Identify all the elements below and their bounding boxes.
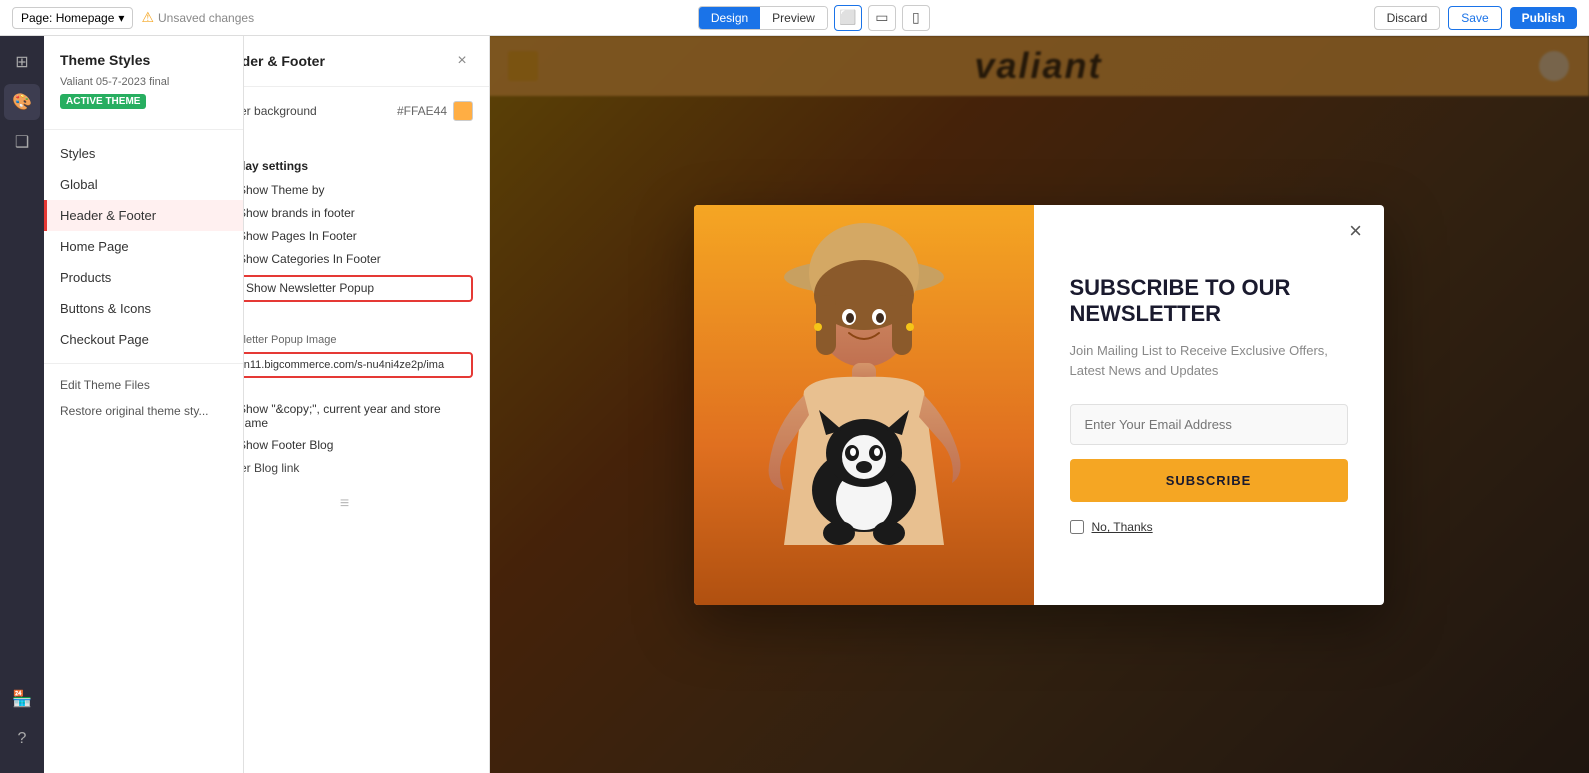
popup-title: SUBSCRIBE TO OUR NEWSLETTER: [1070, 275, 1348, 328]
show-newsletter-popup-row-highlighted: Show Newsletter Popup: [216, 275, 473, 302]
show-categories-footer-label: Show Categories In Footer: [238, 252, 381, 266]
active-theme-badge: ACTIVE THEME: [60, 94, 146, 109]
top-bar-right: Discard Save Publish: [1374, 6, 1577, 30]
warning-icon: ⚠: [141, 9, 154, 26]
popup-subscribe-button[interactable]: SUBSCRIBE: [1070, 459, 1348, 502]
sidebar-item-global[interactable]: Global: [44, 169, 243, 200]
show-pages-footer-row: Show Pages In Footer: [216, 229, 473, 244]
show-copyright-row: Show "&copy;", current year and store na…: [216, 402, 473, 430]
sidebar-item-checkout[interactable]: Checkout Page: [44, 324, 243, 355]
popup-close-button[interactable]: ×: [1342, 217, 1370, 245]
popup-no-thanks-link[interactable]: No, Thanks: [1092, 520, 1153, 534]
footer-bg-swatch[interactable]: [453, 101, 473, 121]
sidebar-bottom: 🏪 ?: [4, 681, 40, 757]
publish-button[interactable]: Publish: [1510, 7, 1577, 29]
sidebar-icon-help[interactable]: ?: [4, 721, 40, 757]
show-footer-blog-label: Show Footer Blog: [238, 438, 333, 452]
unsaved-label: Unsaved changes: [158, 11, 254, 25]
hf-footer-bg-row: Footer background #FFAE44: [216, 101, 473, 121]
canvas-background: valiant ×: [488, 36, 1589, 773]
popup-image-svg: [694, 205, 1034, 605]
scroll-indicator: ≡: [340, 495, 349, 513]
chevron-down-icon: ▾: [118, 11, 124, 25]
desktop-view-button[interactable]: ⬜: [834, 5, 862, 31]
newsletter-image-field-highlighted: [216, 352, 473, 378]
popup-overlay: ×: [488, 36, 1589, 773]
desktop-icon: ⬜: [839, 9, 856, 26]
mobile-view-button[interactable]: ▯: [902, 5, 930, 31]
design-preview-group: Design Preview: [698, 6, 828, 30]
sidebar-icon-layers[interactable]: ❑: [4, 124, 40, 160]
footer-bg-color-row: #FFAE44: [397, 101, 473, 121]
preview-button[interactable]: Preview: [760, 7, 827, 29]
page-selector-label: Page: Homepage: [21, 11, 114, 25]
newsletter-image-input[interactable]: [218, 354, 471, 376]
show-pages-footer-label: Show Pages In Footer: [238, 229, 357, 243]
show-theme-by-row: Show Theme by: [216, 183, 473, 198]
show-copyright-label: Show "&copy;", current year and store na…: [238, 402, 473, 430]
sidebar-item-products[interactable]: Products: [44, 262, 243, 293]
show-brands-footer-label: Show brands in footer: [238, 206, 355, 220]
discard-button[interactable]: Discard: [1374, 6, 1441, 30]
show-brands-footer-row: Show brands in footer: [216, 206, 473, 221]
show-newsletter-popup-row: Show Newsletter Popup: [224, 281, 465, 296]
page-selector[interactable]: Page: Homepage ▾: [12, 7, 133, 29]
design-button[interactable]: Design: [699, 7, 760, 29]
footer-bg-hex: #FFAE44: [397, 104, 447, 118]
popup-no-thanks-row: No, Thanks: [1070, 520, 1348, 534]
display-settings-title: Display settings: [216, 159, 473, 173]
save-button[interactable]: Save: [1448, 6, 1501, 30]
show-newsletter-popup-label: Show Newsletter Popup: [246, 281, 374, 295]
mobile-icon: ▯: [912, 9, 920, 26]
tablet-icon: ▭: [875, 9, 888, 26]
sidebar-item-edit-theme[interactable]: Edit Theme Files: [44, 372, 243, 398]
popup-email-input[interactable]: [1070, 404, 1348, 445]
theme-divider-2: [44, 363, 243, 364]
icon-sidebar: ⊞ 🎨 ❑ 🏪 ?: [0, 36, 44, 773]
theme-panel-title: Theme Styles: [44, 36, 243, 76]
sidebar-item-restore-original[interactable]: Restore original theme sty...: [44, 398, 243, 424]
tablet-view-button[interactable]: ▭: [868, 5, 896, 31]
popup-no-thanks-checkbox[interactable]: [1070, 520, 1084, 534]
top-bar-center: Design Preview ⬜ ▭ ▯: [698, 5, 930, 31]
show-theme-by-label: Show Theme by: [238, 183, 325, 197]
sidebar-icon-brush[interactable]: 🎨: [4, 84, 40, 120]
sidebar-item-buttons-icons[interactable]: Buttons & Icons: [44, 293, 243, 324]
sidebar-icon-store[interactable]: 🏪: [4, 681, 40, 717]
canvas-area: valiant ×: [488, 36, 1589, 773]
sidebar-item-header-footer[interactable]: Header & Footer: [44, 200, 243, 231]
popup-modal: ×: [694, 205, 1384, 605]
newsletter-image-label: Newsletter Popup Image: [216, 334, 473, 346]
theme-name: Valiant 05-7-2023 final: [44, 76, 243, 92]
popup-image-side: [694, 205, 1034, 605]
popup-subtitle: Join Mailing List to Receive Exclusive O…: [1070, 341, 1348, 380]
theme-divider: [44, 129, 243, 130]
sidebar-icon-apps[interactable]: ⊞: [4, 44, 40, 80]
popup-content-side: SUBSCRIBE TO OUR NEWSLETTER Join Mailing…: [1034, 205, 1384, 605]
top-bar-left: Page: Homepage ▾ ⚠ Unsaved changes: [12, 7, 254, 29]
sidebar-item-home-page[interactable]: Home Page: [44, 231, 243, 262]
theme-styles-panel: Theme Styles Valiant 05-7-2023 final ACT…: [44, 36, 244, 773]
sidebar-item-styles[interactable]: Styles: [44, 138, 243, 169]
top-bar: Page: Homepage ▾ ⚠ Unsaved changes Desig…: [0, 0, 1589, 36]
show-categories-footer-row: Show Categories In Footer: [216, 252, 473, 267]
footer-blog-link-label: Footer Blog link: [216, 461, 473, 475]
hf-close-button[interactable]: ×: [451, 50, 473, 72]
show-footer-blog-row: Show Footer Blog: [216, 438, 473, 453]
unsaved-badge: ⚠ Unsaved changes: [141, 9, 254, 26]
